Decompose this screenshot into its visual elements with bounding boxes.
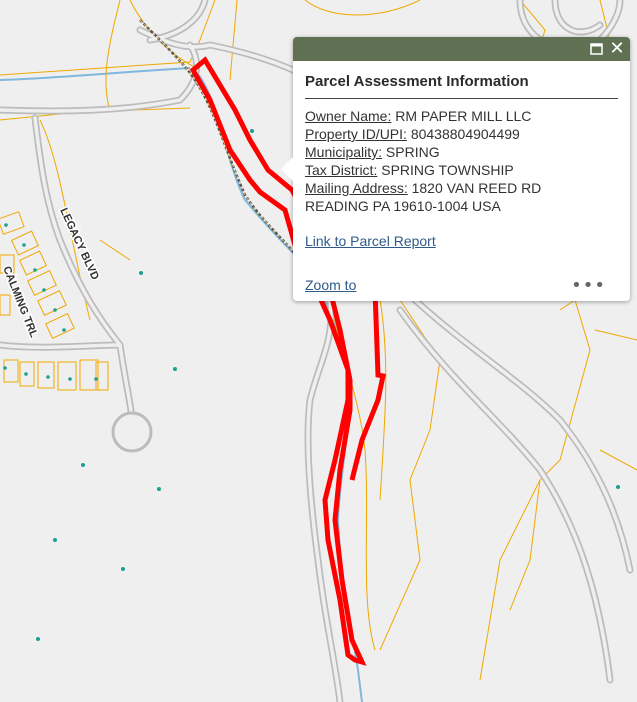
road-label-calming-trl: CALMING TRL [0,265,40,340]
field-mailing-address: Mailing Address: 1820 VAN REED RD [305,180,542,196]
close-icon[interactable]: ✕ [607,39,627,59]
popup-body: Parcel Assessment Information Owner Name… [293,73,630,251]
field-tax-district: Tax District: SPRING TOWNSHIP [305,162,514,178]
popup-title: Parcel Assessment Information [305,73,618,99]
field-municipality: Municipality: SPRING [305,144,440,160]
railroad [139,19,301,261]
zoom-to-link[interactable]: Zoom to [305,277,356,293]
field-list: Owner Name: RM PAPER MILL LLC Property I… [305,107,618,215]
popup-pointer [281,157,293,181]
maximize-icon[interactable] [586,39,606,59]
popup-header: ✕ [293,37,630,61]
popup-footer: Zoom to ••• [305,275,618,296]
parcel-popup: ✕ Parcel Assessment Information Owner Na… [281,37,630,301]
field-owner-name: Owner Name: RM PAPER MILL LLC [305,108,532,124]
field-property-id: Property ID/UPI: 80438804904499 [305,126,520,142]
more-options-icon[interactable]: ••• [571,275,606,296]
field-mailing-address-line2: READING PA 19610-1004 USA [305,198,501,214]
parcel-report-link[interactable]: Link to Parcel Report [305,233,436,249]
cul-de-sac [111,411,153,453]
